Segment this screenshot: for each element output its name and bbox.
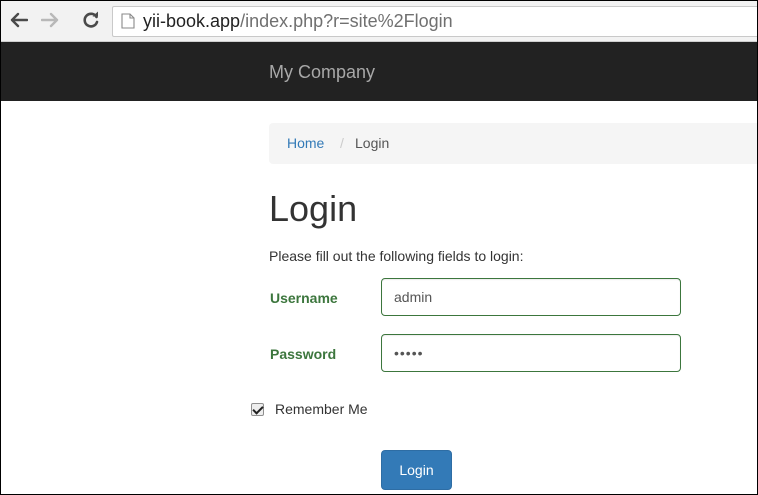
page-title: Login xyxy=(269,188,358,229)
remember-me-checkbox[interactable] xyxy=(251,402,264,416)
browser-window: yii-book.app/index.php?r=site%2Flogin My… xyxy=(0,0,758,495)
breadcrumb-current: Login xyxy=(355,135,390,151)
remember-me-label[interactable]: Remember Me xyxy=(275,400,368,418)
remember-me-row[interactable]: Remember Me xyxy=(251,400,368,418)
address-bar[interactable]: yii-book.app/index.php?r=site%2Flogin xyxy=(112,6,757,37)
breadcrumb-separator: / xyxy=(340,135,344,151)
password-input[interactable] xyxy=(381,334,681,372)
instructions-text: Please fill out the following fields to … xyxy=(269,248,524,264)
brand-link[interactable]: My Company xyxy=(269,62,375,82)
breadcrumb-home-link[interactable]: Home xyxy=(287,123,324,164)
url-path: /index.php?r=site%2Flogin xyxy=(240,11,453,31)
forward-arrow-icon[interactable] xyxy=(41,11,59,29)
url-text: yii-book.app/index.php?r=site%2Flogin xyxy=(143,10,453,32)
site-navbar: My Company xyxy=(1,42,757,101)
breadcrumb: Home / Login xyxy=(269,123,757,164)
page-icon xyxy=(121,13,135,29)
username-label: Username xyxy=(270,290,338,306)
url-host: yii-book.app xyxy=(143,11,241,31)
reload-icon[interactable] xyxy=(82,11,100,29)
username-input[interactable] xyxy=(381,278,681,316)
login-button[interactable]: Login xyxy=(381,450,452,490)
browser-toolbar: yii-book.app/index.php?r=site%2Flogin xyxy=(1,1,757,42)
password-label: Password xyxy=(270,346,337,362)
back-arrow-icon[interactable] xyxy=(10,11,28,29)
